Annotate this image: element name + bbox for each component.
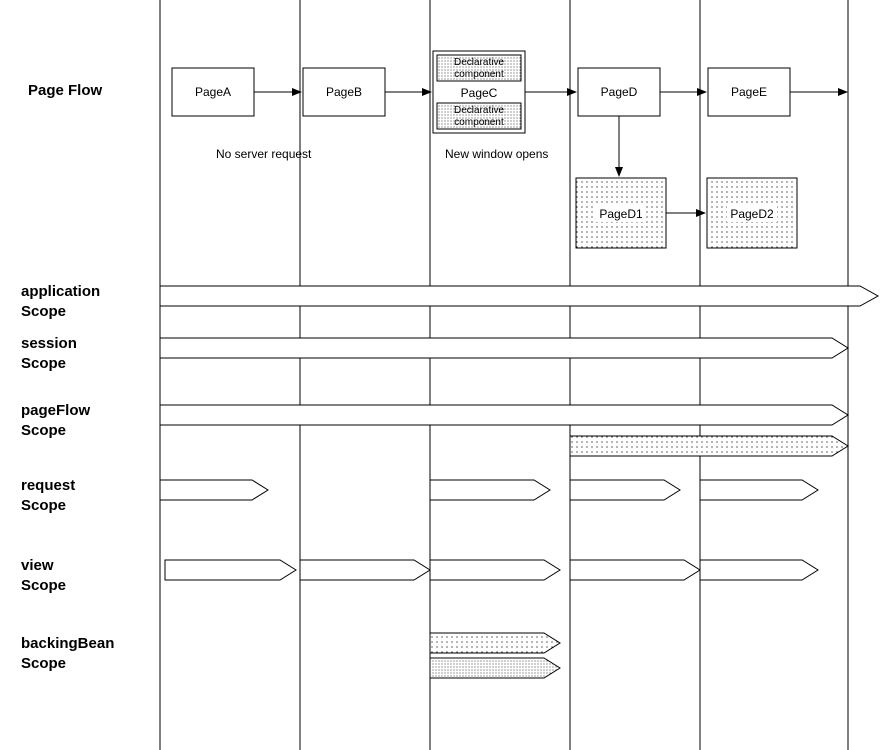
session-scope-arrow — [160, 338, 848, 358]
application-scope-l1: application — [21, 283, 100, 300]
scope-diagram: Page Flow PageA PageB Declarative compon… — [0, 0, 888, 750]
request-scope-arrows — [160, 480, 818, 500]
page-a-label: PageA — [195, 85, 231, 99]
session-scope-l1: session — [21, 335, 77, 352]
pageflow-scope-l1: pageFlow — [21, 402, 91, 419]
page-d-box: PageD — [578, 68, 660, 116]
page-d2-label: PageD2 — [730, 207, 774, 221]
page-c-label: PageC — [461, 86, 498, 100]
page-d2-box: PageD2 — [707, 178, 797, 248]
note-no-server: No server request — [216, 147, 312, 161]
page-d-label: PageD — [601, 85, 638, 99]
declarative-top-l1: Declarative — [454, 57, 504, 68]
session-scope-l2: Scope — [21, 355, 66, 372]
request-scope-l2: Scope — [21, 497, 66, 514]
page-a-box: PageA — [172, 68, 254, 116]
page-flow-label: Page Flow — [28, 82, 103, 99]
page-b-box: PageB — [303, 68, 385, 116]
declarative-bottom-l2: component — [454, 117, 504, 128]
view-scope-arrows — [165, 560, 818, 580]
backingbean-scope-l1: backingBean — [21, 635, 114, 652]
backingbean-scope-l2: Scope — [21, 655, 66, 672]
application-scope-arrow — [160, 286, 878, 306]
page-d1-label: PageD1 — [599, 207, 643, 221]
pageflow-scope-l2: Scope — [21, 422, 66, 439]
pageflow-scope-arrow-dotted — [570, 436, 848, 456]
page-e-label: PageE — [731, 85, 767, 99]
page-d1-box: PageD1 — [576, 178, 666, 248]
page-b-label: PageB — [326, 85, 362, 99]
application-scope-l2: Scope — [21, 303, 66, 320]
backingbean-scope-arrows — [430, 633, 560, 678]
view-scope-l2: Scope — [21, 577, 66, 594]
view-scope-l1: view — [21, 557, 54, 574]
note-new-window: New window opens — [445, 147, 548, 161]
page-e-box: PageE — [708, 68, 790, 116]
declarative-top-l2: component — [454, 69, 504, 80]
page-c-box: Declarative component PageC Declarative … — [433, 51, 525, 133]
pageflow-scope-arrow — [160, 405, 848, 425]
declarative-bottom-l1: Declarative — [454, 105, 504, 116]
request-scope-l1: request — [21, 477, 75, 494]
